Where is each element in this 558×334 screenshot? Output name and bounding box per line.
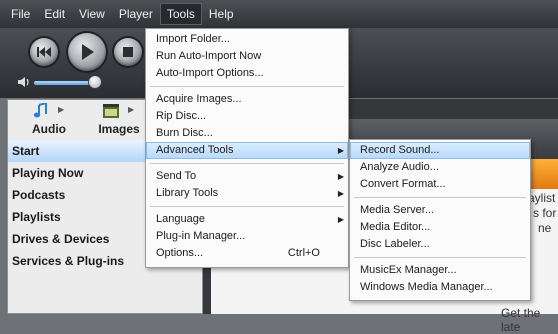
film-icon bbox=[103, 104, 119, 118]
submenu-arrow-icon: ▶ bbox=[337, 172, 344, 181]
text-snippet[interactable]: Get the late bbox=[501, 306, 558, 334]
menu-item-acquire-images[interactable]: Acquire Images... bbox=[146, 91, 348, 108]
text-snippet: s for bbox=[533, 206, 557, 220]
menu-player[interactable]: Player bbox=[112, 3, 160, 25]
play-button[interactable] bbox=[68, 33, 106, 71]
stop-icon bbox=[123, 47, 133, 57]
play-icon bbox=[82, 44, 94, 60]
menu-item-import-folder[interactable]: Import Folder... bbox=[146, 31, 348, 48]
submenu-arrow-icon: ▶ bbox=[337, 215, 344, 224]
menu-edit[interactable]: Edit bbox=[37, 3, 72, 25]
tools-menu: Import Folder... Run Auto-Import Now Aut… bbox=[145, 28, 349, 268]
menu-item-musicex-manager[interactable]: MusicEx Manager... bbox=[350, 262, 530, 279]
menu-item-send-to[interactable]: Send To ▶ bbox=[146, 168, 348, 185]
menu-item-advanced-tools[interactable]: Advanced Tools ▶ bbox=[146, 142, 348, 159]
menu-item-disc-labeler[interactable]: Disc Labeler... bbox=[350, 236, 530, 253]
category-label: Images bbox=[98, 122, 140, 136]
menu-separator bbox=[150, 206, 344, 207]
menu-item-run-auto-import[interactable]: Run Auto-Import Now bbox=[146, 48, 348, 65]
menu-item-plugin-manager[interactable]: Plug-in Manager... bbox=[146, 228, 348, 245]
menu-item-convert-format[interactable]: Convert Format... bbox=[350, 176, 530, 193]
menu-separator bbox=[150, 163, 344, 164]
menu-item-windows-media-manager[interactable]: Windows Media Manager... bbox=[350, 279, 530, 296]
advanced-tools-submenu: Record Sound... Analyze Audio... Convert… bbox=[349, 139, 531, 301]
volume-knob[interactable] bbox=[89, 76, 101, 88]
menu-item-burn-disc[interactable]: Burn Disc... bbox=[146, 125, 348, 142]
category-audio[interactable]: ▶ Audio bbox=[18, 100, 88, 140]
stop-button[interactable] bbox=[114, 38, 142, 66]
menu-separator bbox=[354, 257, 526, 258]
menu-separator bbox=[354, 197, 526, 198]
text-snippet: ne bbox=[538, 221, 552, 235]
menu-item-options[interactable]: Options... Ctrl+O bbox=[146, 245, 348, 262]
shortcut-label: Ctrl+O bbox=[287, 247, 320, 259]
previous-icon bbox=[37, 47, 51, 57]
menu-bar: File Edit View Player Tools Help bbox=[0, 0, 558, 28]
previous-button[interactable] bbox=[30, 38, 58, 66]
volume-slider[interactable] bbox=[34, 81, 96, 85]
menu-item-auto-import-options[interactable]: Auto-Import Options... bbox=[146, 65, 348, 82]
menu-item-label: Advanced Tools bbox=[156, 144, 234, 156]
menu-item-label: Language bbox=[156, 213, 205, 225]
menu-file[interactable]: File bbox=[4, 3, 37, 25]
chevron-right-icon[interactable]: ▶ bbox=[58, 105, 64, 114]
menu-item-analyze-audio[interactable]: Analyze Audio... bbox=[350, 159, 530, 176]
speaker-icon[interactable] bbox=[17, 76, 31, 88]
orange-accent bbox=[531, 159, 558, 189]
menu-item-language[interactable]: Language ▶ bbox=[146, 211, 348, 228]
menu-view[interactable]: View bbox=[72, 3, 112, 25]
menu-help[interactable]: Help bbox=[202, 3, 241, 25]
menu-item-record-sound[interactable]: Record Sound... bbox=[350, 142, 530, 159]
menu-item-label: Library Tools bbox=[156, 187, 219, 199]
chevron-right-icon[interactable]: ▶ bbox=[128, 105, 134, 114]
submenu-arrow-icon: ▶ bbox=[337, 146, 344, 155]
menu-item-label: Send To bbox=[156, 170, 197, 182]
menu-tools[interactable]: Tools bbox=[159, 3, 202, 25]
menu-item-media-editor[interactable]: Media Editor... bbox=[350, 219, 530, 236]
menu-item-rip-disc[interactable]: Rip Disc... bbox=[146, 108, 348, 125]
category-label: Audio bbox=[32, 122, 66, 136]
menu-separator bbox=[150, 86, 344, 87]
submenu-arrow-icon: ▶ bbox=[337, 189, 344, 198]
menu-item-label: Options... bbox=[156, 247, 204, 259]
music-note-icon bbox=[33, 103, 47, 118]
menu-item-library-tools[interactable]: Library Tools ▶ bbox=[146, 185, 348, 202]
menu-item-media-server[interactable]: Media Server... bbox=[350, 202, 530, 219]
text-snippet: aylist bbox=[528, 191, 556, 205]
